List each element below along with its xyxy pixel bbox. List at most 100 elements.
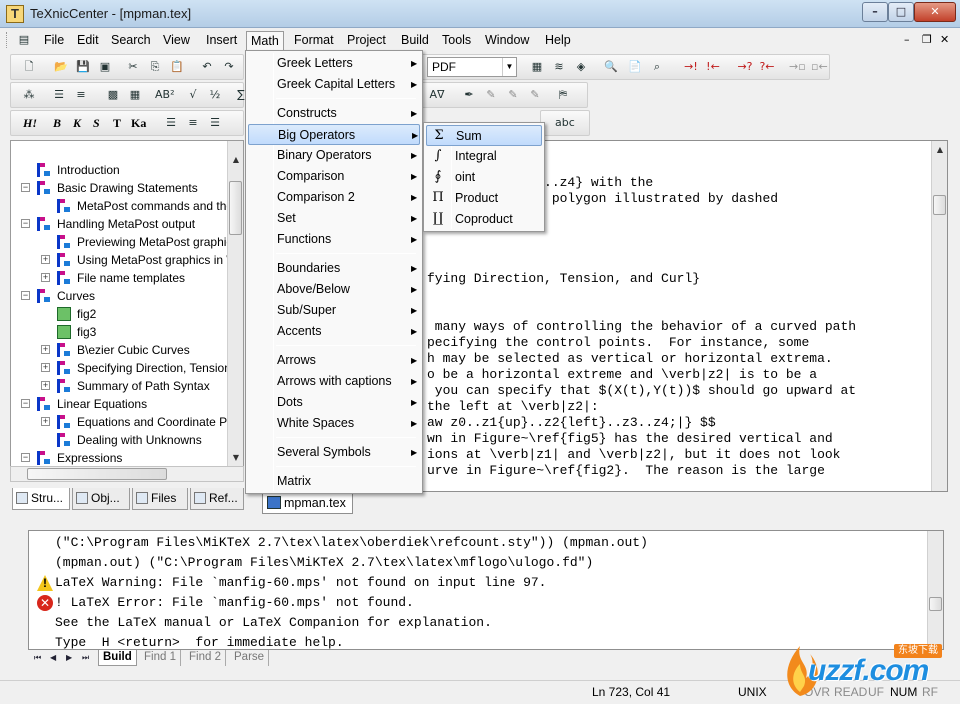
scroll-thumb[interactable] [229, 181, 242, 235]
prev-tab-icon[interactable]: ◀ [50, 653, 56, 662]
menu-item-above-below[interactable]: Above/Below ▶ [248, 279, 420, 300]
menu-item-comparison[interactable]: Comparison ▶ [248, 166, 420, 187]
expand-icon[interactable]: + [41, 255, 50, 264]
tab-files[interactable]: Files [132, 488, 188, 510]
app-icon[interactable]: T [6, 5, 24, 23]
itemize-icon[interactable]: ☰ [51, 87, 67, 103]
next-error-icon[interactable]: →! [683, 59, 699, 75]
italic-button[interactable]: K [73, 116, 81, 131]
code-line[interactable]: ions at \verb|z1| and \verb|z2|, but it … [427, 447, 840, 463]
close-button[interactable]: ✕ [914, 2, 956, 22]
save-all-icon[interactable]: ▣ [97, 59, 113, 75]
ink-pen-icon[interactable]: ✒ [461, 87, 477, 103]
slanted-button[interactable]: S [93, 116, 100, 131]
tree-item[interactable]: − Basic Drawing Statements [11, 179, 225, 197]
insert-figure-icon[interactable]: ▩ [105, 87, 121, 103]
align-right-icon[interactable]: ☰ [207, 115, 223, 131]
menu-item-accents[interactable]: Accents ▶ [248, 321, 420, 342]
editor-scrollbar[interactable]: ▲ [931, 141, 947, 491]
structure-icon[interactable]: ⁂ [21, 87, 37, 103]
code-line[interactable]: aw z0..z1{up}..z2{left}..z3..z4;|} $$ [427, 415, 716, 431]
enumerate-icon[interactable]: ≡ [73, 87, 89, 103]
document-tab[interactable]: mpman.tex [262, 493, 353, 514]
scroll-down-icon[interactable]: ▼ [230, 453, 242, 462]
code-line[interactable]: urve in Figure~\ref{fig2}. The reason is… [427, 463, 825, 479]
menu-item-white-spaces[interactable]: White Spaces ▶ [248, 413, 420, 434]
code-line[interactable]: o be a horizontal extreme and \verb|z2| … [427, 367, 817, 383]
spell-check-icon[interactable]: abc [555, 115, 575, 131]
tree-item[interactable]: + B\ezier Cubic Curves [11, 341, 225, 359]
submenu-item-coproduct[interactable]: ∐ Coproduct [426, 209, 542, 230]
scroll-up-icon[interactable]: ▲ [230, 155, 242, 164]
menu-item-greek-letters[interactable]: Greek Letters ▶ [248, 53, 420, 74]
bookmark-icon[interactable]: ⛿ [555, 87, 571, 103]
expand-icon[interactable]: + [41, 417, 50, 426]
next-warning-icon[interactable]: →? [737, 59, 753, 75]
first-tab-icon[interactable]: ⏮ [34, 653, 41, 663]
pen-link-icon[interactable]: ✎ [505, 87, 521, 103]
small-caps-button[interactable]: Ka [131, 116, 146, 131]
minimize-button[interactable]: – [862, 2, 888, 22]
tree-item[interactable]: Previewing MetaPost graphics [11, 233, 238, 251]
typewriter-button[interactable]: T [113, 116, 121, 131]
math-arrow-icon[interactable]: Aᐁ [429, 87, 445, 103]
cut-icon[interactable]: ✂ [125, 59, 141, 75]
tree-item[interactable]: + File name templates [11, 269, 225, 287]
prev-bad-box-icon[interactable]: ▫← [811, 59, 828, 75]
submenu-item-oint[interactable]: ∮ oint [426, 167, 542, 188]
menubar-grip[interactable] [6, 32, 9, 48]
expand-icon[interactable]: + [41, 363, 50, 372]
menu-project[interactable]: Project [343, 31, 390, 49]
menu-item-several-symbols[interactable]: Several Symbols ▶ [248, 442, 420, 463]
chevron-down-icon[interactable]: ▼ [502, 58, 516, 76]
view-output-icon[interactable]: 🔍 [603, 59, 619, 75]
align-left-icon[interactable]: ☰ [163, 115, 179, 131]
prev-warning-icon[interactable]: ?← [759, 59, 775, 75]
menu-file[interactable]: File [40, 31, 68, 49]
menu-item-dots[interactable]: Dots ▶ [248, 392, 420, 413]
copy-icon[interactable]: ⎘ [147, 59, 163, 75]
pen-remove-icon[interactable]: ✎ [527, 87, 543, 103]
document-icon[interactable]: ▤ [16, 32, 32, 48]
menu-item-functions[interactable]: Functions ▶ [248, 229, 420, 250]
collapse-icon[interactable]: − [21, 183, 30, 192]
output-scroll-thumb[interactable] [929, 597, 942, 611]
save-icon[interactable]: 💾 [75, 59, 91, 75]
collapse-icon[interactable]: − [21, 453, 30, 462]
output-line[interactable]: (mpman.out) ("C:\Program Files\MiKTeX 2.… [55, 553, 593, 573]
output-scrollbar[interactable] [927, 531, 943, 649]
next-tab-icon[interactable]: ▶ [66, 653, 72, 662]
tree-item[interactable]: − Expressions [11, 449, 225, 467]
menu-window[interactable]: Window [481, 31, 533, 49]
mdi-restore-button[interactable]: ❐ [922, 33, 932, 46]
new-file-icon[interactable]: 🗋 [21, 59, 37, 75]
heading-button[interactable]: H! [23, 116, 37, 131]
tree-item[interactable]: Introduction [11, 161, 225, 179]
tree-item[interactable]: − Curves [11, 287, 225, 305]
expand-icon[interactable]: + [41, 273, 50, 282]
output-profile-select[interactable]: PDF ▼ [427, 57, 517, 77]
tree-item[interactable]: + Equations and Coordinate Pairs [11, 413, 243, 431]
submenu-item-integral[interactable]: ∫ Integral [426, 146, 542, 167]
undo-icon[interactable]: ↶ [199, 59, 215, 75]
stop-build-icon[interactable]: ◈ [573, 59, 589, 75]
prev-error-icon[interactable]: !← [705, 59, 721, 75]
tab-objects[interactable]: Obj... [72, 488, 130, 510]
menu-item-greek-capital-letters[interactable]: Greek Capital Letters ▶ [248, 74, 420, 95]
navigator-hscrollbar[interactable] [10, 466, 244, 482]
menu-item-set[interactable]: Set ▶ [248, 208, 420, 229]
output-line[interactable]: ("C:\Program Files\MiKTeX 2.7\tex\latex\… [55, 533, 648, 553]
menu-build[interactable]: Build [397, 31, 433, 49]
code-line[interactable]: wn in Figure~\ref{fig5} has the desired … [427, 431, 833, 447]
tab-find-1[interactable]: Find 1 [140, 650, 181, 666]
title-bar[interactable]: T TeXnicCenter - [mpman.tex] – □ ✕ [0, 0, 960, 28]
submenu-item-sum[interactable]: Σ Sum [426, 125, 542, 146]
menu-help[interactable]: Help [541, 31, 575, 49]
build-all-icon[interactable]: ≋ [551, 59, 567, 75]
fraction-icon[interactable]: ½ [207, 87, 223, 103]
tree-item[interactable]: − Linear Equations [11, 395, 225, 413]
collapse-icon[interactable]: − [21, 219, 30, 228]
output-line[interactable]: LaTeX Warning: File `manfig-60.mps' not … [55, 573, 546, 593]
mdi-close-button[interactable]: ✕ [940, 33, 949, 46]
insert-table-icon[interactable]: ▦ [127, 87, 143, 103]
